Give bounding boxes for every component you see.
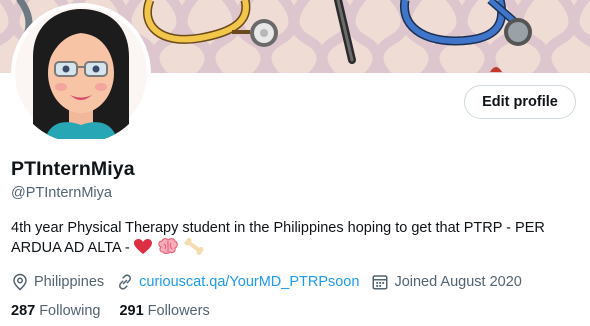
followers-count: 291 — [119, 303, 144, 319]
display-name: PTInternMiya — [11, 158, 135, 180]
website: curiouscat.qa/YourMD_PTRPsoon — [116, 273, 359, 291]
join-date-text: Joined August 2020 — [394, 274, 522, 290]
user-handle: @PTInternMiya — [11, 185, 112, 201]
profile-bio: 4th year Physical Therapy student in the… — [11, 218, 581, 261]
location-text: Philippines — [34, 274, 105, 290]
avatar-illustration — [15, 7, 147, 139]
followers-link[interactable]: 291 Followers — [119, 303, 209, 319]
following-count: 287 — [11, 303, 36, 319]
link-icon — [119, 274, 132, 290]
join-date: Joined August 2020 — [371, 273, 522, 291]
following-label: Following — [39, 303, 101, 319]
red-heart-icon — [133, 239, 152, 261]
profile-meta: Philippines curiouscat.qa/YourMD_PTRPsoo… — [11, 272, 534, 292]
bone-icon — [184, 238, 204, 261]
brain-icon — [158, 238, 178, 261]
location-pin-icon — [13, 273, 27, 291]
bio-text: 4th year Physical Therapy student in the… — [11, 220, 545, 256]
website-link[interactable]: curiouscat.qa/YourMD_PTRPsoon — [139, 274, 359, 290]
profile-avatar[interactable] — [11, 3, 151, 143]
following-link[interactable]: 287 Following — [11, 303, 100, 319]
calendar-icon — [372, 275, 388, 290]
edit-profile-button[interactable]: Edit profile — [464, 85, 576, 119]
location: Philippines — [11, 273, 104, 291]
followers-label: Followers — [147, 303, 210, 319]
follow-stats: 287 Following 291 Followers — [11, 303, 229, 319]
